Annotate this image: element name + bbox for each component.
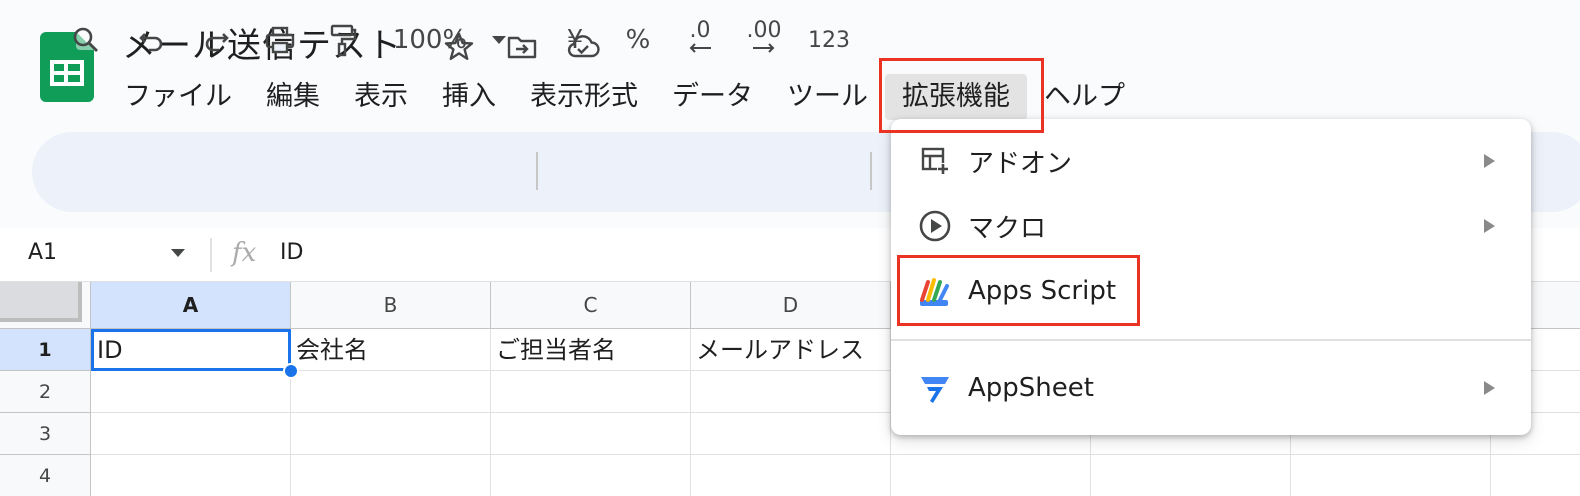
fx-icon: fx xyxy=(232,238,257,268)
cell-d1[interactable]: メールアドレス xyxy=(691,329,891,371)
undo-icon[interactable] xyxy=(132,0,172,80)
cell-c3[interactable] xyxy=(491,413,691,455)
cell-d4[interactable] xyxy=(691,455,891,496)
percent-format-button[interactable]: % xyxy=(618,0,658,80)
column-header-d[interactable]: D xyxy=(691,282,891,329)
decrease-decimal-button[interactable]: .0 xyxy=(678,0,722,80)
menu-item-macros-label: マクロ xyxy=(968,213,1047,244)
menu-edit[interactable]: 編集 xyxy=(249,74,337,120)
zoom-dropdown-icon[interactable] xyxy=(484,0,514,80)
cell-g4[interactable] xyxy=(1291,455,1491,496)
menu-insert[interactable]: 挿入 xyxy=(425,74,513,120)
row-header-4[interactable]: 4 xyxy=(0,455,91,496)
highlight-extensions-menu xyxy=(879,58,1044,133)
macro-play-icon xyxy=(917,208,953,244)
app-window: メール送信テスト ファイル 編集 表示 挿入 表示形式 データ ツール 拡張機能… xyxy=(0,0,1580,496)
menu-view[interactable]: 表示 xyxy=(337,74,425,120)
cell-c2[interactable] xyxy=(491,371,691,413)
paint-format-icon[interactable] xyxy=(322,0,362,80)
submenu-arrow-icon xyxy=(1484,154,1495,168)
currency-format-button[interactable]: ¥ xyxy=(555,0,595,80)
increase-decimal-button[interactable]: .00 xyxy=(742,0,786,80)
menu-item-appsheet-label: AppSheet xyxy=(968,373,1094,403)
cell-a1[interactable]: ID xyxy=(91,329,291,371)
highlight-apps-script xyxy=(897,255,1140,326)
cell-b1[interactable]: 会社名 xyxy=(291,329,491,371)
submenu-arrow-icon xyxy=(1484,381,1495,395)
menu-item-macros[interactable]: マクロ xyxy=(891,194,1531,258)
cell-c1[interactable]: ご担当者名 xyxy=(491,329,691,371)
cell-h4[interactable] xyxy=(1491,455,1580,496)
name-box[interactable]: A1 xyxy=(28,240,57,265)
add-on-icon xyxy=(917,143,953,179)
cell-a4[interactable] xyxy=(91,455,291,496)
menu-help[interactable]: ヘルプ xyxy=(1027,74,1142,120)
menu-item-add-ons-label: アドオン xyxy=(968,148,1073,179)
arrow-right-icon xyxy=(753,43,775,53)
redo-icon[interactable] xyxy=(196,0,236,80)
print-icon[interactable] xyxy=(260,0,300,80)
search-menus-icon[interactable] xyxy=(66,0,106,80)
select-all-corner[interactable] xyxy=(0,282,91,329)
submenu-arrow-icon xyxy=(1484,219,1495,233)
freeze-handle[interactable] xyxy=(0,282,82,322)
formula-input[interactable]: ID xyxy=(280,240,303,265)
toolbar-separator xyxy=(870,152,872,190)
column-header-a[interactable]: A xyxy=(91,282,291,329)
formula-separator xyxy=(210,238,212,272)
menu-item-appsheet[interactable]: AppSheet xyxy=(891,356,1531,420)
cell-d3[interactable] xyxy=(691,413,891,455)
cell-a2[interactable] xyxy=(91,371,291,413)
column-header-c[interactable]: C xyxy=(491,282,691,329)
menu-file[interactable]: ファイル xyxy=(122,74,249,120)
decrease-decimal-label: .0 xyxy=(689,18,711,43)
cell-f4[interactable] xyxy=(1091,455,1291,496)
cell-b4[interactable] xyxy=(291,455,491,496)
row-header-1[interactable]: 1 xyxy=(0,329,91,371)
cell-c4[interactable] xyxy=(491,455,691,496)
more-formats-button[interactable]: 123 xyxy=(806,0,852,80)
arrow-left-icon xyxy=(689,43,711,53)
menu-item-add-ons[interactable]: アドオン xyxy=(891,129,1531,193)
fill-handle[interactable] xyxy=(283,363,299,379)
increase-decimal-label: .00 xyxy=(746,18,782,43)
cell-d2[interactable] xyxy=(691,371,891,413)
zoom-select[interactable]: 100% xyxy=(386,0,474,80)
menu-divider xyxy=(891,339,1531,341)
cell-b2[interactable] xyxy=(291,371,491,413)
cell-e4[interactable] xyxy=(891,455,1091,496)
menu-format[interactable]: 表示形式 xyxy=(513,74,655,120)
row-header-2[interactable]: 2 xyxy=(0,371,91,413)
menu-data[interactable]: データ xyxy=(655,74,770,120)
cell-b3[interactable] xyxy=(291,413,491,455)
cell-a3[interactable] xyxy=(91,413,291,455)
appsheet-icon xyxy=(917,370,953,406)
name-box-dropdown-icon[interactable] xyxy=(170,248,186,258)
row-header-3[interactable]: 3 xyxy=(0,413,91,455)
menu-tools[interactable]: ツール xyxy=(770,74,885,120)
column-header-b[interactable]: B xyxy=(291,282,491,329)
toolbar-separator xyxy=(536,152,538,190)
